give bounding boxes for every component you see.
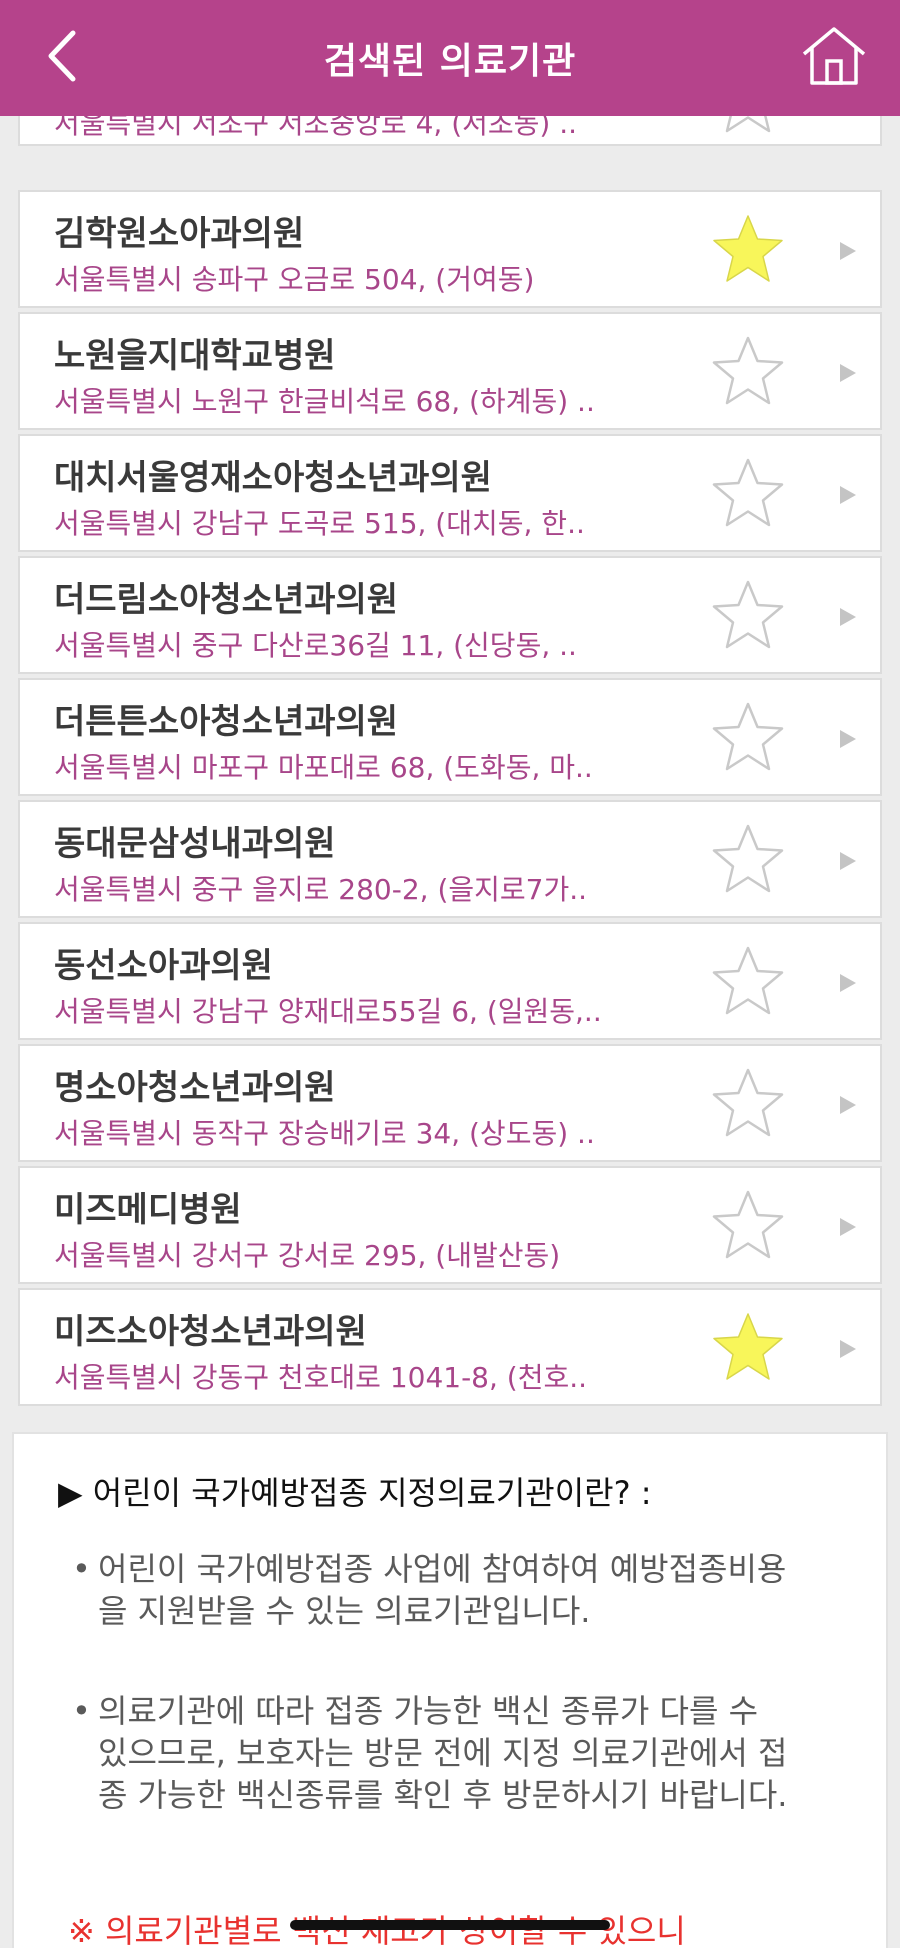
home-icon: [802, 27, 866, 85]
clinic-address: 서울특별시 중구 을지로 280-2, (을지로7가..: [54, 873, 588, 906]
clinic-address: 서울특별시 강남구 도곡로 515, (대치동, 한..: [54, 507, 585, 540]
clinic-row[interactable]: 명소아청소년과의원 서울특별시 동작구 장승배기로 34, (상도동) ..: [18, 1044, 882, 1162]
star-outline-icon[interactable]: [710, 456, 786, 532]
clinic-address: 서울특별시 노원구 한글비석로 68, (하계동) ..: [54, 385, 595, 418]
clinic-row[interactable]: 동선소아과의원 서울특별시 강남구 양재대로55길 6, (일원동,..: [18, 922, 882, 1040]
bullet-marker: •: [72, 1692, 91, 1730]
clinic-row[interactable]: 미즈메디병원 서울특별시 강서구 강서로 295, (내발산동): [18, 1166, 882, 1284]
clinic-name: 더튼튼소아청소년과의원: [54, 702, 399, 742]
chevron-left-icon: [48, 30, 76, 82]
info-heading: ▶ 어린이 국가예방접종 지정의료기관이란? :: [58, 1474, 652, 1512]
info-bullet: • 의료기관에 따라 접종 가능한 백신 종류가 다를 수 있으므로, 보호자는…: [72, 1690, 792, 1816]
clinic-row[interactable]: 노원을지대학교병원 서울특별시 노원구 한글비석로 68, (하계동) ..: [18, 312, 882, 430]
clinic-row[interactable]: 더튼튼소아청소년과의원 서울특별시 마포구 마포대로 68, (도화동, 마..: [18, 678, 882, 796]
clinic-name: 동대문삼성내과의원: [54, 824, 336, 864]
chevron-right-icon[interactable]: [838, 362, 858, 384]
clinic-row[interactable]: 대치서울영재소아청소년과의원 서울특별시 강남구 도곡로 515, (대치동, …: [18, 434, 882, 552]
clinic-address: 서울특별시 송파구 오금로 504, (거여동): [54, 263, 535, 296]
chevron-right-icon[interactable]: [838, 850, 858, 872]
page-title: 검색된 의료기관: [323, 41, 577, 82]
star-outline-icon[interactable]: [710, 1066, 786, 1142]
info-bullet-text: 의료기관에 따라 접종 가능한 백신 종류가 다를 수 있으므로, 보호자는 방…: [98, 1692, 788, 1814]
clinic-name: 김학원소아과의원: [54, 214, 305, 254]
clinic-row[interactable]: 미즈소아청소년과의원 서울특별시 강동구 천호대로 1041-8, (천호..: [18, 1288, 882, 1406]
chevron-right-icon[interactable]: [838, 484, 858, 506]
chevron-right-icon[interactable]: [838, 606, 858, 628]
home-button[interactable]: [798, 20, 870, 92]
home-indicator[interactable]: [290, 1920, 610, 1930]
star-outline-icon[interactable]: [710, 1188, 786, 1264]
star-filled-icon[interactable]: [710, 1310, 786, 1386]
clinic-name: 대치서울영재소아청소년과의원: [54, 458, 492, 498]
star-filled-icon[interactable]: [710, 212, 786, 288]
clinic-name: 미즈메디병원: [54, 1190, 242, 1230]
bullet-marker: •: [72, 1550, 91, 1588]
clinic-address: 서울특별시 마포구 마포대로 68, (도화동, 마..: [54, 751, 593, 784]
star-outline-icon[interactable]: [710, 944, 786, 1020]
chevron-right-icon[interactable]: [838, 1216, 858, 1238]
info-bullet: • 어린이 국가예방접종 사업에 참여하여 예방접종비용을 지원받을 수 있는 …: [72, 1548, 792, 1632]
clinic-row[interactable]: 동대문삼성내과의원 서울특별시 중구 을지로 280-2, (을지로7가..: [18, 800, 882, 918]
chevron-right-icon[interactable]: [838, 240, 858, 262]
clinic-address: 서울특별시 강남구 양재대로55길 6, (일원동,..: [54, 995, 602, 1028]
clinic-row[interactable]: 김학원소아과의원 서울특별시 송파구 오금로 504, (거여동): [18, 190, 882, 308]
app-header: 검색된 의료기관: [0, 0, 900, 116]
star-outline-icon[interactable]: [710, 578, 786, 654]
clinic-address: 서울특별시 동작구 장승배기로 34, (상도동) ..: [54, 1117, 595, 1150]
clinic-name: 더드림소아청소년과의원: [54, 580, 399, 620]
clinic-name: 동선소아과의원: [54, 946, 273, 986]
clinic-address: 서울특별시 중구 다산로36길 11, (신당동, ..: [54, 629, 577, 662]
clinic-name: 명소아청소년과의원: [54, 1068, 336, 1108]
clinic-address: 서울특별시 강동구 천호대로 1041-8, (천호..: [54, 1361, 588, 1394]
chevron-right-icon[interactable]: [838, 1094, 858, 1116]
chevron-right-icon[interactable]: [838, 1338, 858, 1360]
info-bullet-text: 어린이 국가예방접종 사업에 참여하여 예방접종비용을 지원받을 수 있는 의료…: [98, 1550, 787, 1630]
star-outline-icon[interactable]: [710, 822, 786, 898]
clinic-row[interactable]: 더드림소아청소년과의원 서울특별시 중구 다산로36길 11, (신당동, ..: [18, 556, 882, 674]
star-outline-icon[interactable]: [710, 334, 786, 410]
star-outline-icon[interactable]: [710, 700, 786, 776]
info-panel: ▶ 어린이 국가예방접종 지정의료기관이란? : • 어린이 국가예방접종 사업…: [12, 1432, 888, 1948]
chevron-right-icon[interactable]: [838, 972, 858, 994]
clinic-address: 서울특별시 강서구 강서로 295, (내발산동): [54, 1239, 561, 1272]
clinic-name: 미즈소아청소년과의원: [54, 1312, 367, 1352]
chevron-right-icon[interactable]: [838, 728, 858, 750]
back-button[interactable]: [34, 24, 90, 88]
clinic-name: 노원을지대학교병원: [54, 336, 336, 376]
